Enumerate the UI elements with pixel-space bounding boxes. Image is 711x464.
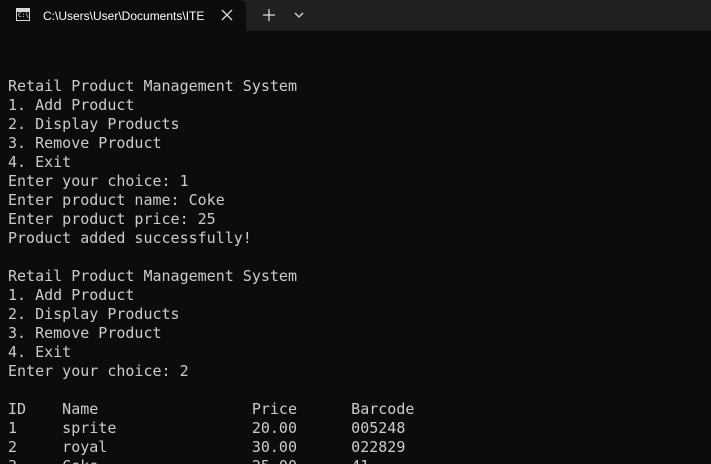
- terminal-window: C:\ C:\Users\User\Documents\ITE Retail P…: [0, 0, 711, 464]
- terminal-icon: C:\: [16, 8, 30, 21]
- terminal-line: 3 Coke 25.00 41: [8, 457, 414, 464]
- terminal-line: 3. Remove Product: [8, 324, 162, 342]
- terminal-line: 4. Exit: [8, 153, 72, 171]
- terminal-line: 2 royal 30.00 022829: [8, 438, 406, 456]
- terminal-line: Retail Product Management System: [8, 267, 297, 285]
- terminal-line: Enter product price: 25: [8, 210, 216, 228]
- close-icon[interactable]: [218, 6, 236, 24]
- terminal-line: ID Name Price Barcode: [8, 400, 415, 418]
- terminal-line: Enter your choice: 2: [8, 362, 189, 380]
- terminal-output[interactable]: Retail Product Management System 1. Add P…: [8, 58, 414, 464]
- terminal-line: 3. Remove Product: [8, 134, 162, 152]
- terminal-line: Retail Product Management System: [8, 77, 297, 95]
- terminal-line: 2. Display Products: [8, 305, 180, 323]
- terminal-line: 1. Add Product: [8, 286, 135, 304]
- terminal-line: 4. Exit: [8, 343, 72, 361]
- terminal-line: Enter your choice: 1: [8, 172, 189, 190]
- chevron-down-icon[interactable]: [290, 6, 308, 24]
- terminal-icon-glyph: C:\: [18, 12, 29, 19]
- tab-title: C:\Users\User\Documents\ITE: [43, 9, 205, 23]
- terminal-line: 1 sprite 20.00 005248: [8, 419, 406, 437]
- terminal-tab[interactable]: C:\ C:\Users\User\Documents\ITE: [0, 0, 246, 31]
- terminal-line: 2. Display Products: [8, 115, 180, 133]
- title-bar: C:\ C:\Users\User\Documents\ITE: [0, 0, 711, 31]
- terminal-line: Enter product name: Coke: [8, 191, 225, 209]
- terminal-line: 1. Add Product: [8, 96, 135, 114]
- terminal-line: Product added successfully!: [8, 229, 252, 247]
- plus-icon[interactable]: [260, 6, 278, 24]
